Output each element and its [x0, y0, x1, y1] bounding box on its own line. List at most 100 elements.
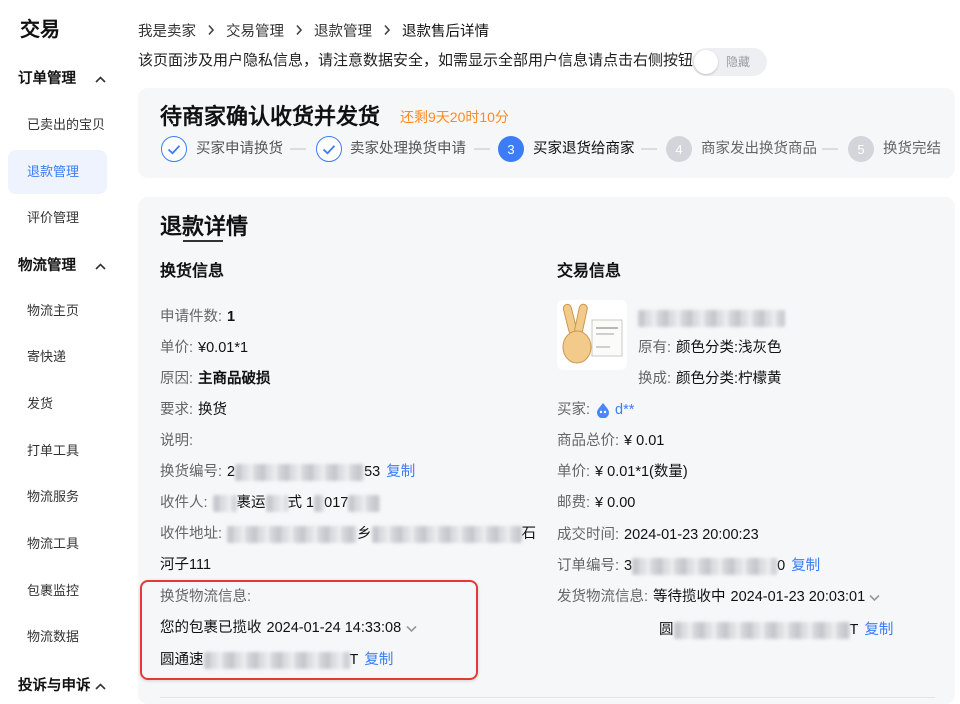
detail-title: 退款详情 — [160, 214, 249, 239]
field-label: 邮费: — [557, 495, 591, 511]
logistics-status: 您的包裹已揽收 — [160, 620, 262, 636]
sidebar-item-ship[interactable]: 发货 — [27, 394, 53, 414]
exchange-quantity-row: 申请件数: 1 — [160, 307, 235, 327]
redacted-text — [235, 463, 365, 481]
step-1-check-icon — [161, 136, 187, 162]
delivery-status-row[interactable]: 发货物流信息: 等待揽收中 2024-01-23 20:03:01 — [557, 587, 880, 607]
redacted-text — [212, 494, 237, 512]
order-number-row: 订单编号: 3 0 复制 — [557, 556, 820, 576]
address-row: 收件地址: 乡 石 — [160, 524, 536, 544]
field-label: 收件人: — [160, 495, 208, 511]
status-title: 待商家确认收货并发货 — [160, 104, 381, 129]
redacted-text — [203, 651, 350, 669]
field-label: 申请件数: — [160, 309, 223, 325]
divider — [160, 697, 935, 698]
field-label: 要求: — [160, 402, 194, 418]
product-image[interactable] — [557, 300, 627, 370]
step-connector — [474, 148, 490, 150]
redacted-text — [632, 557, 778, 575]
field-label: 买家: — [557, 402, 591, 418]
step-5-number: 5 — [848, 136, 874, 162]
field-label: 换货物流信息: — [160, 589, 252, 605]
total-price-row: 商品总价: ¥ 0.01 — [557, 431, 664, 451]
field-value-end: 0 — [777, 558, 786, 574]
sidebar-section-complaint[interactable]: 投诉与申诉 — [18, 676, 91, 696]
chevron-up-icon[interactable] — [95, 69, 106, 89]
toggle-label: 隐藏 — [726, 55, 751, 69]
step-2-label: 卖家处理换货申请 — [350, 141, 466, 157]
exchange-heading: 换货信息 — [160, 263, 225, 280]
breadcrumb-item[interactable]: 交易管理 — [226, 20, 284, 41]
sidebar-item-review[interactable]: 评价管理 — [27, 208, 79, 228]
chevron-down-icon[interactable] — [406, 625, 417, 632]
sidebar-item-logistics-home[interactable]: 物流主页 — [27, 301, 79, 321]
field-value-part: 乡 — [357, 526, 372, 542]
sidebar-section-order[interactable]: 订单管理 — [18, 69, 76, 89]
copy-delivery-tracking-button[interactable]: 复制 — [864, 620, 893, 640]
sidebar-item-print-tool[interactable]: 打单工具 — [27, 441, 79, 461]
step-connector — [822, 148, 838, 150]
field-value-part: 式 1 — [287, 495, 315, 511]
carrier-name: 圆通速 — [160, 652, 204, 668]
field-label: 订单编号: — [557, 558, 620, 574]
step-3-label: 买家退货给商家 — [533, 141, 635, 157]
exchange-request-row: 要求: 换货 — [160, 400, 227, 420]
breadcrumb-item[interactable]: 退款管理 — [314, 20, 372, 41]
toggle-knob[interactable] — [694, 50, 718, 74]
sidebar-item-package-monitor[interactable]: 包裹监控 — [27, 581, 79, 601]
copy-order-no-button[interactable]: 复制 — [791, 556, 820, 576]
sidebar-item-refund[interactable]: 退款管理 — [27, 162, 79, 182]
status-card — [138, 88, 955, 178]
exchange-logistics-label-row: 换货物流信息: — [160, 587, 256, 607]
exchange-logistics-status-row[interactable]: 您的包裹已揽收 2024-01-24 14:33:08 — [160, 618, 417, 638]
field-value-end: 53 — [364, 464, 381, 480]
address-line-2: 河子111 — [160, 557, 212, 573]
redacted-text — [638, 310, 785, 327]
sidebar-item-sold[interactable]: 已卖出的宝贝 — [27, 115, 105, 135]
field-label: 单价: — [160, 340, 194, 356]
field-value: ¥0.01*1 — [198, 340, 249, 356]
field-label: 发货物流信息: — [557, 589, 649, 605]
breadcrumb-current: 退款售后详情 — [402, 23, 489, 40]
field-label: 商品总价: — [557, 433, 620, 449]
step-1-label: 买家申请换货 — [196, 141, 283, 157]
exchange-tracking-row: 圆通速 T 复制 — [160, 650, 393, 670]
sidebar-item-logistics-data[interactable]: 物流数据 — [27, 627, 79, 647]
field-value: 换货 — [198, 402, 228, 418]
field-label: 说明: — [160, 433, 194, 449]
privacy-toggle[interactable]: 隐藏 — [692, 48, 767, 76]
product-title-redacted[interactable] — [638, 310, 785, 331]
delivery-status: 等待揽收中 — [653, 589, 726, 605]
sidebar-section-logistics[interactable]: 物流管理 — [18, 256, 76, 276]
sidebar-item-express[interactable]: 寄快递 — [27, 347, 66, 367]
sidebar-item-logistics-tools[interactable]: 物流工具 — [27, 534, 79, 554]
buyer-row: 买家: d** — [557, 400, 634, 420]
field-value: ¥ 0.00 — [595, 495, 636, 511]
breadcrumb-item[interactable]: 我是卖家 — [138, 20, 196, 41]
field-value: 1 — [227, 309, 236, 325]
copy-exchange-no-button[interactable]: 复制 — [386, 462, 415, 482]
app-title: 交易 — [20, 19, 60, 41]
redacted-text — [227, 525, 358, 543]
chevron-right-icon — [295, 20, 303, 40]
chevron-right-icon — [207, 20, 215, 40]
sidebar-item-logistics-service[interactable]: 物流服务 — [27, 487, 79, 507]
exchange-number-row: 换货编号: 2 53 复制 — [160, 462, 415, 482]
field-label: 原因: — [160, 371, 194, 387]
step-2-check-icon — [316, 136, 342, 162]
field-value-part: 石 — [521, 526, 537, 542]
tracking-end: T — [349, 652, 359, 668]
chevron-up-icon[interactable] — [95, 256, 106, 276]
chevron-down-icon[interactable] — [869, 594, 880, 601]
privacy-notice: 该页面涉及用户隐私信息，请注意数据安全，如需显示全部用户信息请点击右侧按钮 — [138, 52, 694, 69]
countdown: 还剩9天20时10分 — [400, 109, 509, 125]
field-value: ¥ 0.01 — [624, 433, 665, 449]
buyer-name-link[interactable]: d** — [615, 400, 634, 420]
field-label: 收件地址: — [160, 526, 223, 542]
copy-tracking-button[interactable]: 复制 — [364, 650, 393, 670]
exchange-unit-price-row: 单价: ¥0.01*1 — [160, 338, 248, 358]
redacted-text — [371, 525, 522, 543]
redacted-text — [673, 621, 850, 639]
trade-heading: 交易信息 — [557, 263, 622, 280]
chevron-up-icon[interactable] — [95, 676, 106, 696]
